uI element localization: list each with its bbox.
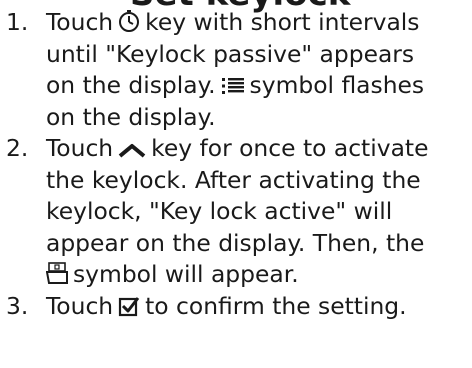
text-fragment: Touch bbox=[46, 134, 114, 162]
step-2-line-3: keylock, "Key lock active" will bbox=[46, 197, 393, 225]
menu-lines-icon bbox=[221, 76, 245, 96]
text-fragment: key for once to activate bbox=[151, 134, 429, 162]
step-1-line-3: on the display. symbol flashes bbox=[46, 70, 472, 102]
step-2-line-4: appear on the display. Then, the bbox=[46, 228, 425, 257]
keylock-icon bbox=[46, 261, 68, 285]
document-page: Set keylock 1. Touchkey with short inter… bbox=[0, 0, 472, 368]
step-number: 1. bbox=[6, 8, 29, 36]
step-2: 2. Touch key for once to activate the key… bbox=[0, 133, 472, 291]
up-chevron-icon bbox=[118, 141, 146, 159]
step-1-line-2: until "Keylock passive" appears bbox=[46, 39, 415, 68]
step-3: 3. Touch to confirm the setting. bbox=[0, 291, 472, 323]
text-fragment: symbol flashes bbox=[249, 71, 425, 99]
step-1-line-4: on the display. bbox=[46, 102, 216, 131]
step-2-line-2: the keylock. After activating the bbox=[46, 165, 421, 194]
timer-icon bbox=[118, 9, 140, 33]
text-fragment: Touch bbox=[46, 8, 114, 36]
text-fragment: to confirm the setting. bbox=[145, 291, 407, 320]
step-2-line-5: symbol will appear. bbox=[46, 259, 472, 291]
text-fragment: Touch bbox=[46, 291, 114, 320]
text-fragment: symbol will appear. bbox=[73, 260, 299, 288]
step-3-line-1: Touch to confirm the setting. bbox=[46, 291, 472, 323]
confirm-checkbox-icon bbox=[118, 295, 140, 317]
text-fragment: on the display. bbox=[46, 71, 216, 99]
instruction-steps: 1. Touch key with short intervals until "… bbox=[0, 7, 472, 322]
step-2-line-1: Touch key for once to activate bbox=[46, 133, 472, 165]
text-fragment: key with short intervals bbox=[145, 8, 420, 36]
step-number: 3. bbox=[6, 291, 29, 320]
step-1-line-1: Touch key with short intervals bbox=[46, 7, 472, 39]
step-1: 1. Touch key with short intervals until "… bbox=[0, 7, 472, 133]
step-number: 2. bbox=[6, 134, 29, 162]
